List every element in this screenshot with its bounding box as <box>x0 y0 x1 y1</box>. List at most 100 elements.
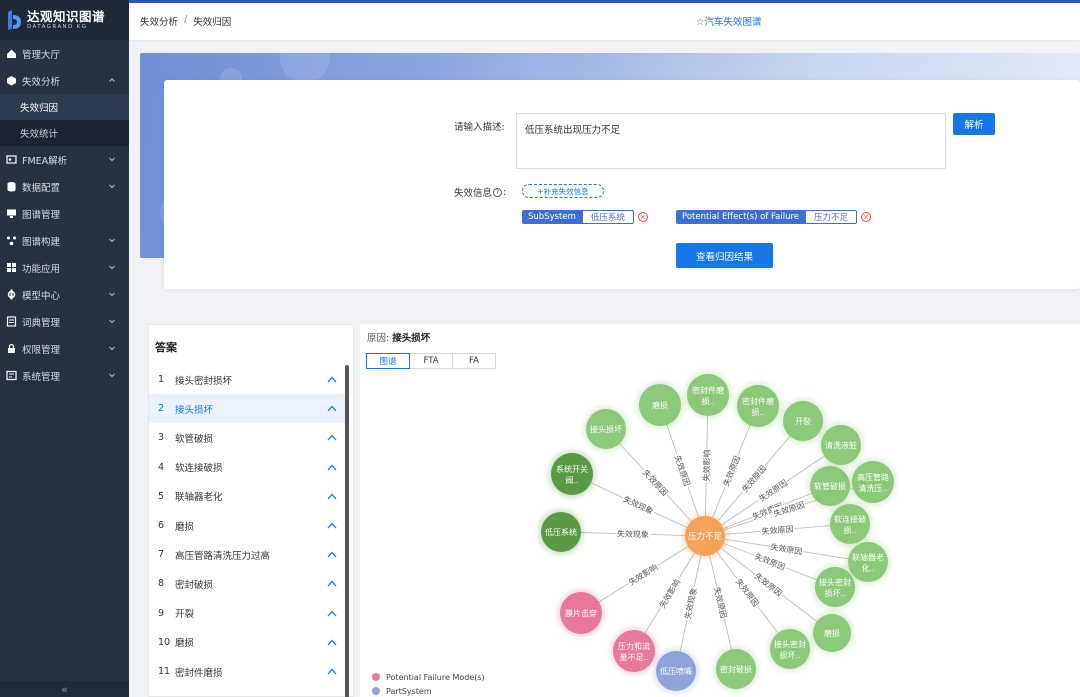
expand-caret-icon[interactable] <box>327 580 337 587</box>
sidebar-item-4[interactable]: 图谱管理 <box>0 200 129 227</box>
answer-label: 密封破损 <box>175 579 214 591</box>
expand-caret-icon[interactable] <box>327 405 337 412</box>
answers-scrollbar[interactable] <box>345 365 349 697</box>
cause-label: 原因: <box>367 333 390 344</box>
sidebar-item-1[interactable]: 失效分析 <box>0 67 129 94</box>
sidebar-item-label: 数据配置 <box>22 182 61 194</box>
graph-title[interactable]: ☆汽车失效图谱 <box>696 14 762 28</box>
answer-row[interactable]: 10 磨损 <box>149 628 345 657</box>
sidebar-item-0[interactable]: 管理大厅 <box>0 40 129 67</box>
legend-label: Potential Failure Mode(s) <box>386 672 485 682</box>
answer-row[interactable]: 3 软管破损 <box>149 423 345 452</box>
failure-info-label-text: 失效信息 <box>454 188 493 199</box>
graph-node-label: 系统开关 <box>556 464 588 474</box>
graph-node-label: 损.. <box>843 525 856 535</box>
edge-label: 失效原因 <box>712 586 729 619</box>
graph-node[interactable] <box>737 385 779 427</box>
sidebar-item-6[interactable]: 功能应用 <box>0 254 129 281</box>
tab-1[interactable]: FTA <box>409 353 453 369</box>
collapse-sidebar-icon[interactable]: « <box>0 681 129 697</box>
graph-node[interactable] <box>613 630 655 672</box>
expand-caret-icon[interactable] <box>327 551 337 558</box>
legend-item[interactable]: PartSystem <box>372 684 485 697</box>
legend-item[interactable]: Potential Failure Mode(s) <box>372 670 485 684</box>
sidebar-item-3[interactable]: 数据配置 <box>0 173 129 200</box>
app-title: 达观知识图谱 <box>27 9 106 24</box>
sidebar-subitem-0[interactable]: 失效归因 <box>0 94 129 120</box>
chevron-down-icon <box>109 184 115 189</box>
graph-node-label: 开裂 <box>795 416 811 426</box>
graph-node[interactable] <box>830 504 870 544</box>
answers-title: 答案 <box>155 341 177 354</box>
answer-row[interactable]: 11 密封件磨损 <box>149 657 345 686</box>
view-attribution-result-button[interactable]: 查看归因结果 <box>676 243 773 268</box>
sidebar-item-7[interactable]: 模型中心 <box>0 281 129 308</box>
breadcrumb-item-analysis[interactable]: 失效分析 <box>140 14 178 28</box>
add-failure-info-button[interactable]: +补充失效信息 <box>522 184 604 198</box>
sidebar-menu: 管理大厅 失效分析 失效归因 失效统计 FMEA解析数据配置图谱管理 图谱构建 功能应用模型… <box>0 40 129 389</box>
expand-caret-icon[interactable] <box>327 464 337 471</box>
sidebar-item-label: 模型中心 <box>22 290 61 302</box>
tab-2[interactable]: FA <box>452 353 496 369</box>
model-icon <box>7 289 16 300</box>
sidebar-item-10[interactable]: 系统管理 <box>0 362 129 389</box>
expand-caret-icon[interactable] <box>327 376 337 383</box>
expand-caret-icon[interactable] <box>327 639 337 646</box>
chevron-down-icon <box>109 319 115 324</box>
edge-label: 失效现象 <box>682 587 698 620</box>
graph-node[interactable] <box>770 629 810 669</box>
graph-node-label: 损.. <box>751 407 764 417</box>
remove-tag-icon[interactable]: × <box>637 212 648 222</box>
breadcrumb-item-attribution: 失效归因 <box>193 17 232 28</box>
answer-row[interactable]: 7 高压管路清洗压力过高 <box>149 540 345 569</box>
edge-label: 失效影响 <box>627 562 659 587</box>
tag-value[interactable]: 低压系统 <box>581 210 634 224</box>
chevron-down-icon <box>109 265 115 270</box>
graph-node-label: 压力和流 <box>618 641 650 651</box>
graph-node-label: 清洗压.. <box>858 483 887 493</box>
graph-node[interactable] <box>687 374 729 416</box>
answer-label: 联轴器老化 <box>175 492 223 504</box>
parse-button[interactable]: 解析 <box>953 113 995 135</box>
answer-row[interactable]: 6 磨损 <box>149 511 345 540</box>
edge-label: 失效原因 <box>757 477 789 503</box>
expand-caret-icon[interactable] <box>327 668 337 675</box>
answer-row[interactable]: 9 开裂 <box>149 599 345 628</box>
chevron-down-icon <box>109 346 115 351</box>
expand-caret-icon[interactable] <box>327 522 337 529</box>
remove-tag-icon[interactable]: × <box>861 212 872 222</box>
graph-node[interactable] <box>815 567 855 607</box>
answer-row[interactable]: 1 接头密封损坏 <box>149 365 345 394</box>
tab-0[interactable]: 图谱 <box>366 353 410 369</box>
sidebar-item-8[interactable]: 词典管理 <box>0 308 129 335</box>
help-icon[interactable]: ? <box>493 187 503 197</box>
sidebar-subitem-1[interactable]: 失效统计 <box>0 120 129 146</box>
graph-node-label: 磨损 <box>824 628 840 638</box>
answer-row[interactable]: 2 接头损坏 <box>149 394 345 424</box>
sidebar-item-5[interactable]: 图谱构建 <box>0 227 129 254</box>
answer-row[interactable]: 4 软连接破损 <box>149 453 345 482</box>
expand-caret-icon[interactable] <box>327 493 337 500</box>
answer-label: 密封件磨损 <box>175 667 223 679</box>
edge-label: 失效原因 <box>740 463 768 494</box>
graph-node-label: 损.. <box>701 396 714 406</box>
edge-label: 失效影响 <box>701 449 712 481</box>
expand-caret-icon[interactable] <box>327 434 337 441</box>
tag-value[interactable]: 压力不足 <box>805 210 858 224</box>
graph-node-label: 接头密封 <box>774 639 806 649</box>
cause-line: 原因: 接头损坏 <box>367 330 430 344</box>
app-logo[interactable]: 达观知识图谱 DATAGRAND KG <box>0 0 129 40</box>
answer-row[interactable]: 5 联轴器老化 <box>149 482 345 511</box>
sidebar-item-9[interactable]: 权限管理 <box>0 335 129 362</box>
description-input[interactable]: 低压系统出现压力不足 <box>516 113 946 169</box>
answer-row[interactable]: 8 密封破损 <box>149 569 345 598</box>
graph-node[interactable] <box>551 453 593 495</box>
tag-key: Potential Effect(s) of Failure <box>676 210 806 224</box>
graph-node-label: 密封破损 <box>720 664 752 674</box>
chevron-down-icon <box>109 292 115 297</box>
expand-caret-icon[interactable] <box>327 610 337 617</box>
sidebar-item-2[interactable]: FMEA解析 <box>0 146 129 173</box>
knowledge-graph[interactable]: 失效现象失效现象失效原因 失效原因 失效影响 失效原因失效原因失效原因失效原因失效原因… <box>360 324 1080 697</box>
graph-node[interactable] <box>852 461 894 503</box>
answer-label: 开裂 <box>175 609 195 621</box>
